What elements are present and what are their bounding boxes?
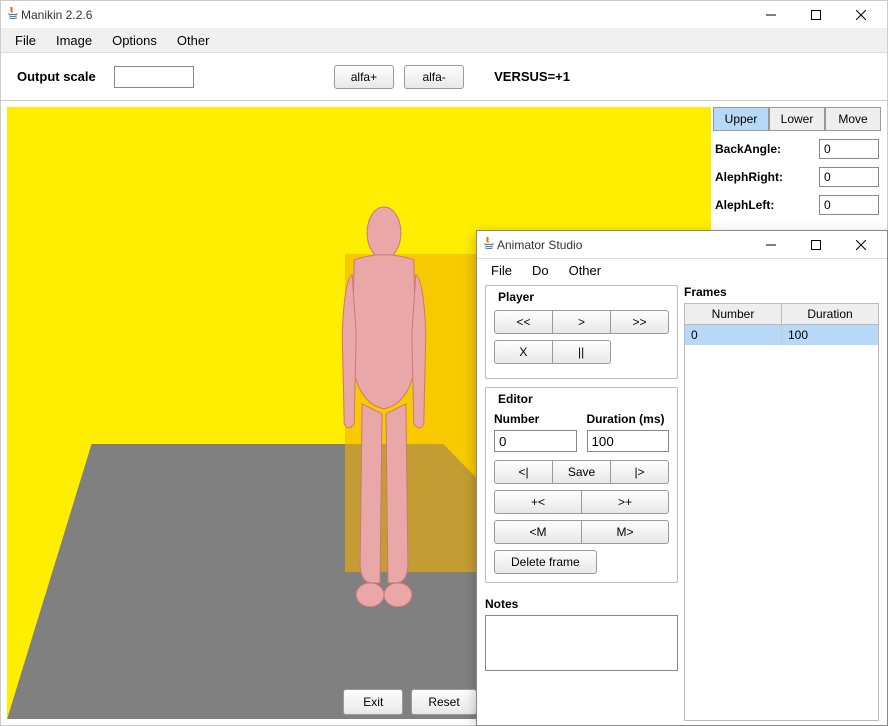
- mark-end-button[interactable]: M>: [582, 520, 669, 544]
- frames-label: Frames: [684, 285, 879, 299]
- delete-frame-button[interactable]: Delete frame: [494, 550, 597, 574]
- tab-lower[interactable]: Lower: [769, 107, 825, 130]
- frames-col-duration[interactable]: Duration: [782, 304, 878, 324]
- manikin-figure: [324, 205, 444, 682]
- versus-label: VERSUS=+1: [494, 69, 570, 84]
- prop-label: AlephLeft:: [715, 198, 819, 212]
- maximize-button[interactable]: [793, 1, 838, 29]
- prop-alephright: AlephRight:: [715, 167, 879, 187]
- exit-button[interactable]: Exit: [343, 689, 403, 715]
- player-group: Player << > >> X ||: [485, 285, 678, 379]
- editor-title: Editor: [494, 392, 537, 406]
- number-label: Number: [494, 412, 577, 426]
- tabs: Upper Lower Move: [713, 107, 881, 131]
- main-toolbar: Output scale alfa+ alfa- VERSUS=+1: [1, 53, 887, 101]
- alephright-input[interactable]: [819, 167, 879, 187]
- output-scale-input[interactable]: [114, 66, 194, 88]
- prop-backangle: BackAngle:: [715, 139, 879, 159]
- animator-close-button[interactable]: [838, 231, 883, 259]
- main-menubar: File Image Options Other: [1, 29, 887, 53]
- animator-menu-do[interactable]: Do: [522, 260, 559, 281]
- animator-menu-other[interactable]: Other: [559, 260, 612, 281]
- stop-button[interactable]: X: [494, 340, 553, 364]
- tab-move[interactable]: Move: [825, 107, 881, 130]
- prop-label: AlephRight:: [715, 170, 819, 184]
- insert-before-button[interactable]: +<: [494, 490, 582, 514]
- menu-other[interactable]: Other: [167, 30, 220, 51]
- rewind-button[interactable]: <<: [494, 310, 553, 334]
- animator-menubar: File Do Other: [477, 259, 887, 281]
- menu-options[interactable]: Options: [102, 30, 167, 51]
- duration-input[interactable]: [587, 430, 670, 452]
- animator-titlebar[interactable]: Animator Studio: [477, 231, 887, 259]
- alfa-minus-button[interactable]: alfa-: [404, 65, 464, 89]
- prop-alephleft: AlephLeft:: [715, 195, 879, 215]
- main-title: Manikin 2.2.6: [21, 8, 748, 22]
- frame-number-cell: 0: [685, 325, 782, 345]
- duration-label: Duration (ms): [587, 412, 670, 426]
- editor-group: Editor Number Duration (ms) <| Save |>: [485, 387, 678, 583]
- backangle-input[interactable]: [819, 139, 879, 159]
- menu-image[interactable]: Image: [46, 30, 102, 51]
- frame-duration-cell: 100: [782, 325, 878, 345]
- prop-label: BackAngle:: [715, 142, 819, 156]
- frames-table[interactable]: Number Duration 0 100: [684, 303, 879, 721]
- insert-after-button[interactable]: >+: [582, 490, 669, 514]
- pause-button[interactable]: ||: [553, 340, 611, 364]
- alfa-plus-button[interactable]: alfa+: [334, 65, 394, 89]
- output-scale-label: Output scale: [17, 69, 96, 84]
- animator-minimize-button[interactable]: [748, 231, 793, 259]
- menu-file[interactable]: File: [5, 30, 46, 51]
- frames-col-number[interactable]: Number: [685, 304, 782, 324]
- properties-panel: BackAngle: AlephRight: AlephLeft:: [713, 131, 881, 231]
- forward-button[interactable]: >>: [611, 310, 669, 334]
- java-icon: [481, 235, 497, 254]
- next-frame-button[interactable]: |>: [611, 460, 669, 484]
- close-button[interactable]: [838, 1, 883, 29]
- player-title: Player: [494, 290, 538, 304]
- notes-textarea[interactable]: [485, 615, 678, 671]
- prev-frame-button[interactable]: <|: [494, 460, 553, 484]
- save-frame-button[interactable]: Save: [553, 460, 611, 484]
- play-button[interactable]: >: [553, 310, 611, 334]
- table-row[interactable]: 0 100: [685, 325, 878, 345]
- reset-button[interactable]: Reset: [411, 689, 476, 715]
- minimize-button[interactable]: [748, 1, 793, 29]
- alephleft-input[interactable]: [819, 195, 879, 215]
- animator-maximize-button[interactable]: [793, 231, 838, 259]
- notes-label: Notes: [485, 597, 678, 611]
- animator-menu-file[interactable]: File: [481, 260, 522, 281]
- animator-title: Animator Studio: [497, 238, 748, 252]
- main-titlebar: Manikin 2.2.6: [1, 1, 887, 29]
- animator-dialog: Animator Studio File Do Other Player << …: [476, 230, 888, 726]
- number-input[interactable]: [494, 430, 577, 452]
- java-icon: [5, 5, 21, 24]
- tab-upper[interactable]: Upper: [713, 107, 769, 130]
- mark-start-button[interactable]: <M: [494, 520, 582, 544]
